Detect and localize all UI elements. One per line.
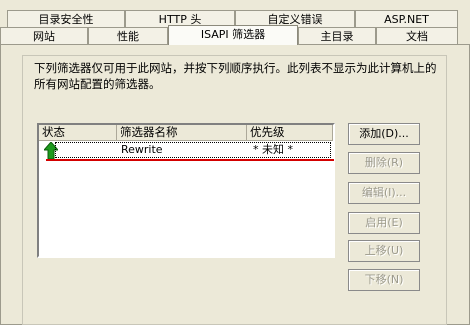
enable-button[interactable]: 启用(E) (348, 212, 420, 234)
tab-documents[interactable]: 文档 (376, 27, 458, 45)
tab-directory-security[interactable]: 目录安全性 (7, 10, 125, 28)
column-header-priority[interactable]: 优先级 (247, 125, 333, 140)
table-row[interactable]: Rewrite * 未知 * (39, 141, 333, 159)
description-text: 下列筛选器仅可用于此网站，并按下列顺序执行。此列表不显示为此计算机上的所有网站配… (34, 61, 437, 91)
tab-home-directory[interactable]: 主目录 (298, 27, 376, 45)
tab-website[interactable]: 网站 (0, 27, 88, 45)
remove-button[interactable]: 删除(R) (348, 152, 420, 174)
move-up-button[interactable]: 上移(U) (348, 240, 420, 262)
tab-row-front: 网站 性能 ISAPI 筛选器 主目录 文档 (0, 25, 470, 45)
column-header-status[interactable]: 状态 (39, 125, 117, 140)
tab-isapi-filters[interactable]: ISAPI 筛选器 (168, 25, 298, 45)
filter-list[interactable]: 状态 筛选器名称 优先级 Rewrite * 未知 * (37, 123, 335, 258)
red-annotation-line (46, 159, 334, 161)
priority-cell: * 未知 * (253, 143, 293, 156)
edit-button[interactable]: 编辑(I)... (348, 182, 420, 204)
tab-aspnet[interactable]: ASP.NET (355, 10, 458, 28)
column-header-filter-name[interactable]: 筛选器名称 (117, 125, 247, 140)
move-down-button[interactable]: 下移(N) (348, 269, 420, 291)
filter-name-cell: Rewrite (121, 143, 163, 156)
add-button[interactable]: 添加(D)... (348, 123, 420, 145)
list-header: 状态 筛选器名称 优先级 (39, 125, 333, 141)
tab-performance[interactable]: 性能 (88, 27, 168, 45)
